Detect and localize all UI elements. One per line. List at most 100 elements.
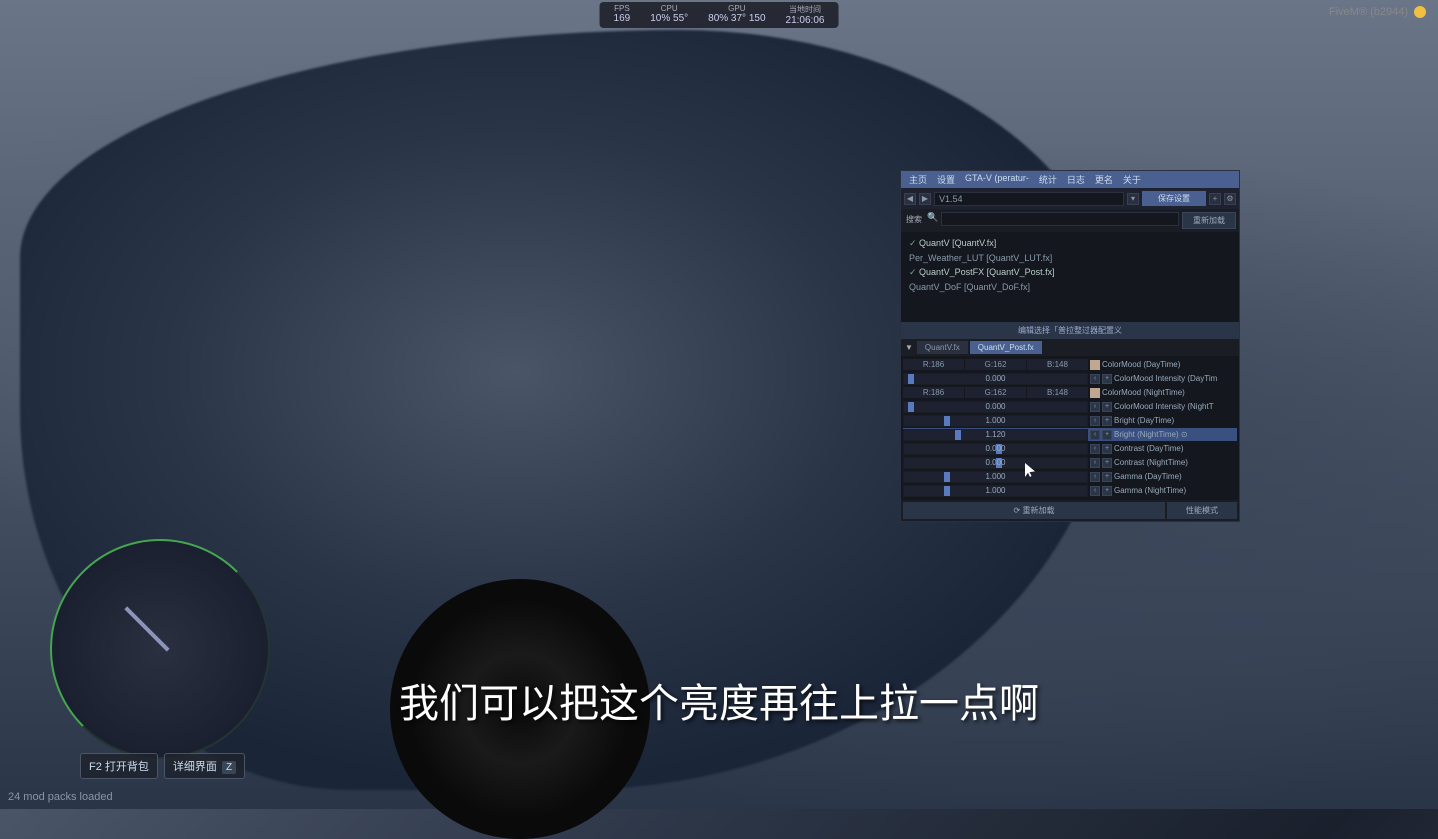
param-row[interactable]: 0.000‹+Contrast (NightTime) [903,456,1237,469]
effect-item[interactable]: Per_Weather_LUT [QuantV_LUT.fx] [905,251,1235,265]
effect-item[interactable]: QuantV_PostFX [QuantV_Post.fx] [905,265,1235,280]
menu-game[interactable]: GTA-V (peratur- [961,172,1033,187]
minimap[interactable] [50,539,270,759]
hint-detail-label: 详细界面 [173,761,217,773]
menu-settings[interactable]: 设置 [933,172,959,187]
param-prev-button[interactable]: ‹ [1090,430,1100,440]
panel-toolbar: ◀ ▶ ▾ 保存设置 + ⚙ [901,188,1239,209]
param-next-button[interactable]: + [1102,402,1112,412]
param-slider[interactable]: 1.000 [903,485,1088,497]
preset-dropdown-button[interactable]: ▾ [1127,193,1139,205]
cpu-label: CPU [661,4,678,13]
mod-status: 24 mod packs loaded [8,791,113,803]
param-slider[interactable]: 1.000 [903,471,1088,483]
rgb-channel[interactable]: G:162 [965,359,1026,370]
params-tab[interactable]: QuantV_Post.fx [970,341,1042,354]
rgb-channel[interactable]: R:186 [903,359,964,370]
param-next-button[interactable]: + [1102,458,1112,468]
params-tab[interactable]: QuantV.fx [917,341,968,354]
param-label: ColorMood (NightTime) [1102,388,1237,397]
add-preset-button[interactable]: + [1209,193,1221,205]
param-next-button[interactable]: + [1102,444,1112,454]
param-row[interactable]: 1.000 ‹+Gamma (NightTime) [903,484,1237,497]
param-prev-button[interactable]: ‹ [1090,472,1100,482]
watermark: FiveM® (b2944) [1329,6,1426,18]
params-list[interactable]: R:186G:162B:148ColorMood (DayTime)0.000‹… [901,356,1239,500]
preset-input[interactable] [934,192,1124,206]
param-prev-button[interactable]: ‹ [1090,458,1100,468]
effect-item[interactable]: QuantV_DoF [QuantV_DoF.fx] [905,280,1235,294]
slider-value: 0.000 [985,402,1005,411]
param-row[interactable]: R:186G:162B:148 ColorMood (NightTime) [903,386,1237,399]
reload-all-button[interactable]: ⟳ 重新加载 [903,502,1165,519]
rgb-channel[interactable]: R:186 [903,387,964,398]
performance-mode-button[interactable]: 性能模式 [1167,502,1237,519]
slider-value: 1.000 [985,416,1005,425]
slider-value: 0.000 [985,444,1005,453]
rgb-channel[interactable]: B:148 [1027,387,1088,398]
slider-value: 1.120 [985,430,1005,439]
param-row[interactable]: 1.000‹+Gamma (DayTime) [903,470,1237,483]
param-row[interactable]: 1.120‹+Bright (NightTime) ⊙ [903,428,1237,441]
next-preset-button[interactable]: ▶ [919,193,931,205]
menu-rename[interactable]: 更名 [1091,172,1117,187]
watermark-text: FiveM® (b2944) [1329,6,1408,18]
param-slider[interactable]: 1.000 [903,415,1088,427]
param-slider[interactable]: 0.000 [903,401,1088,413]
color-swatch[interactable] [1090,360,1100,370]
param-row[interactable]: 0.000 ‹+Contrast (DayTime) [903,442,1237,455]
param-row[interactable]: R:186G:162B:148ColorMood (DayTime) [903,358,1237,371]
reshade-panel[interactable]: 主页 设置 GTA-V (peratur- 统计 日志 更名 关于 ◀ ▶ ▾ … [900,170,1240,522]
search-label: 搜索 [904,212,924,229]
param-slider[interactable]: 0.000 [903,443,1088,455]
param-label: Gamma (NightTime) [1114,486,1237,495]
search-icon: 🔍 [927,212,938,229]
param-slider[interactable]: 0.000 [903,373,1088,385]
param-next-button[interactable]: + [1102,472,1112,482]
param-next-button[interactable]: + [1102,430,1112,440]
param-next-button[interactable]: + [1102,486,1112,496]
gpu-label: GPU [728,4,745,13]
params-tabs: ▼ QuantV.fxQuantV_Post.fx [901,339,1239,356]
slider-value: 0.000 [985,458,1005,467]
param-row[interactable]: 1.000‹+Bright (DayTime) [903,414,1237,427]
param-prev-button[interactable]: ‹ [1090,416,1100,426]
panel-menubar[interactable]: 主页 设置 GTA-V (peratur- 统计 日志 更名 关于 [901,171,1239,188]
search-row: 搜索 🔍 重新加载 [901,209,1239,232]
color-swatch[interactable] [1090,388,1100,398]
param-prev-button[interactable]: ‹ [1090,402,1100,412]
param-label: ColorMood Intensity (DayTim [1114,374,1237,383]
rgb-channel[interactable]: G:162 [965,387,1026,398]
effect-item[interactable]: QuantV [QuantV.fx] [905,236,1235,251]
rgb-channel[interactable]: B:148 [1027,359,1088,370]
param-prev-button[interactable]: ‹ [1090,486,1100,496]
params-section-header: 编辑选择「普拉整过器配置义 [901,322,1239,339]
reload-effects-button[interactable]: 重新加载 [1182,212,1236,229]
effects-list[interactable]: QuantV [QuantV.fx]Per_Weather_LUT [Quant… [901,232,1239,322]
param-label: ColorMood Intensity (NightT [1114,402,1237,411]
fps-counter: FPS 169 [608,4,637,26]
prev-preset-button[interactable]: ◀ [904,193,916,205]
menu-home[interactable]: 主页 [905,172,931,187]
param-label: Contrast (DayTime) [1114,444,1237,453]
search-input[interactable] [941,212,1179,226]
slider-value: 1.000 [985,486,1005,495]
param-row[interactable]: 0.000‹+ColorMood Intensity (DayTim [903,372,1237,385]
menu-stats[interactable]: 统计 [1035,172,1061,187]
collapse-icon[interactable]: ▼ [903,341,915,354]
menu-about[interactable]: 关于 [1119,172,1145,187]
param-prev-button[interactable]: ‹ [1090,444,1100,454]
save-button[interactable]: 保存设置 [1142,191,1206,206]
slider-value: 1.000 [985,472,1005,481]
settings-icon[interactable]: ⚙ [1224,193,1236,205]
param-slider[interactable]: 1.120 [903,429,1088,441]
param-row[interactable]: 0.000 ‹+ColorMood Intensity (NightT [903,400,1237,413]
param-prev-button[interactable]: ‹ [1090,374,1100,384]
param-next-button[interactable]: + [1102,416,1112,426]
gpu-counter: GPU 80% 37° 150 [702,4,771,26]
param-next-button[interactable]: + [1102,374,1112,384]
performance-overlay: FPS 169 CPU 10% 55° GPU 80% 37° 150 当地时间… [600,2,839,28]
time-value: 21:06:06 [786,15,825,26]
menu-log[interactable]: 日志 [1063,172,1089,187]
param-slider[interactable]: 0.000 [903,457,1088,469]
